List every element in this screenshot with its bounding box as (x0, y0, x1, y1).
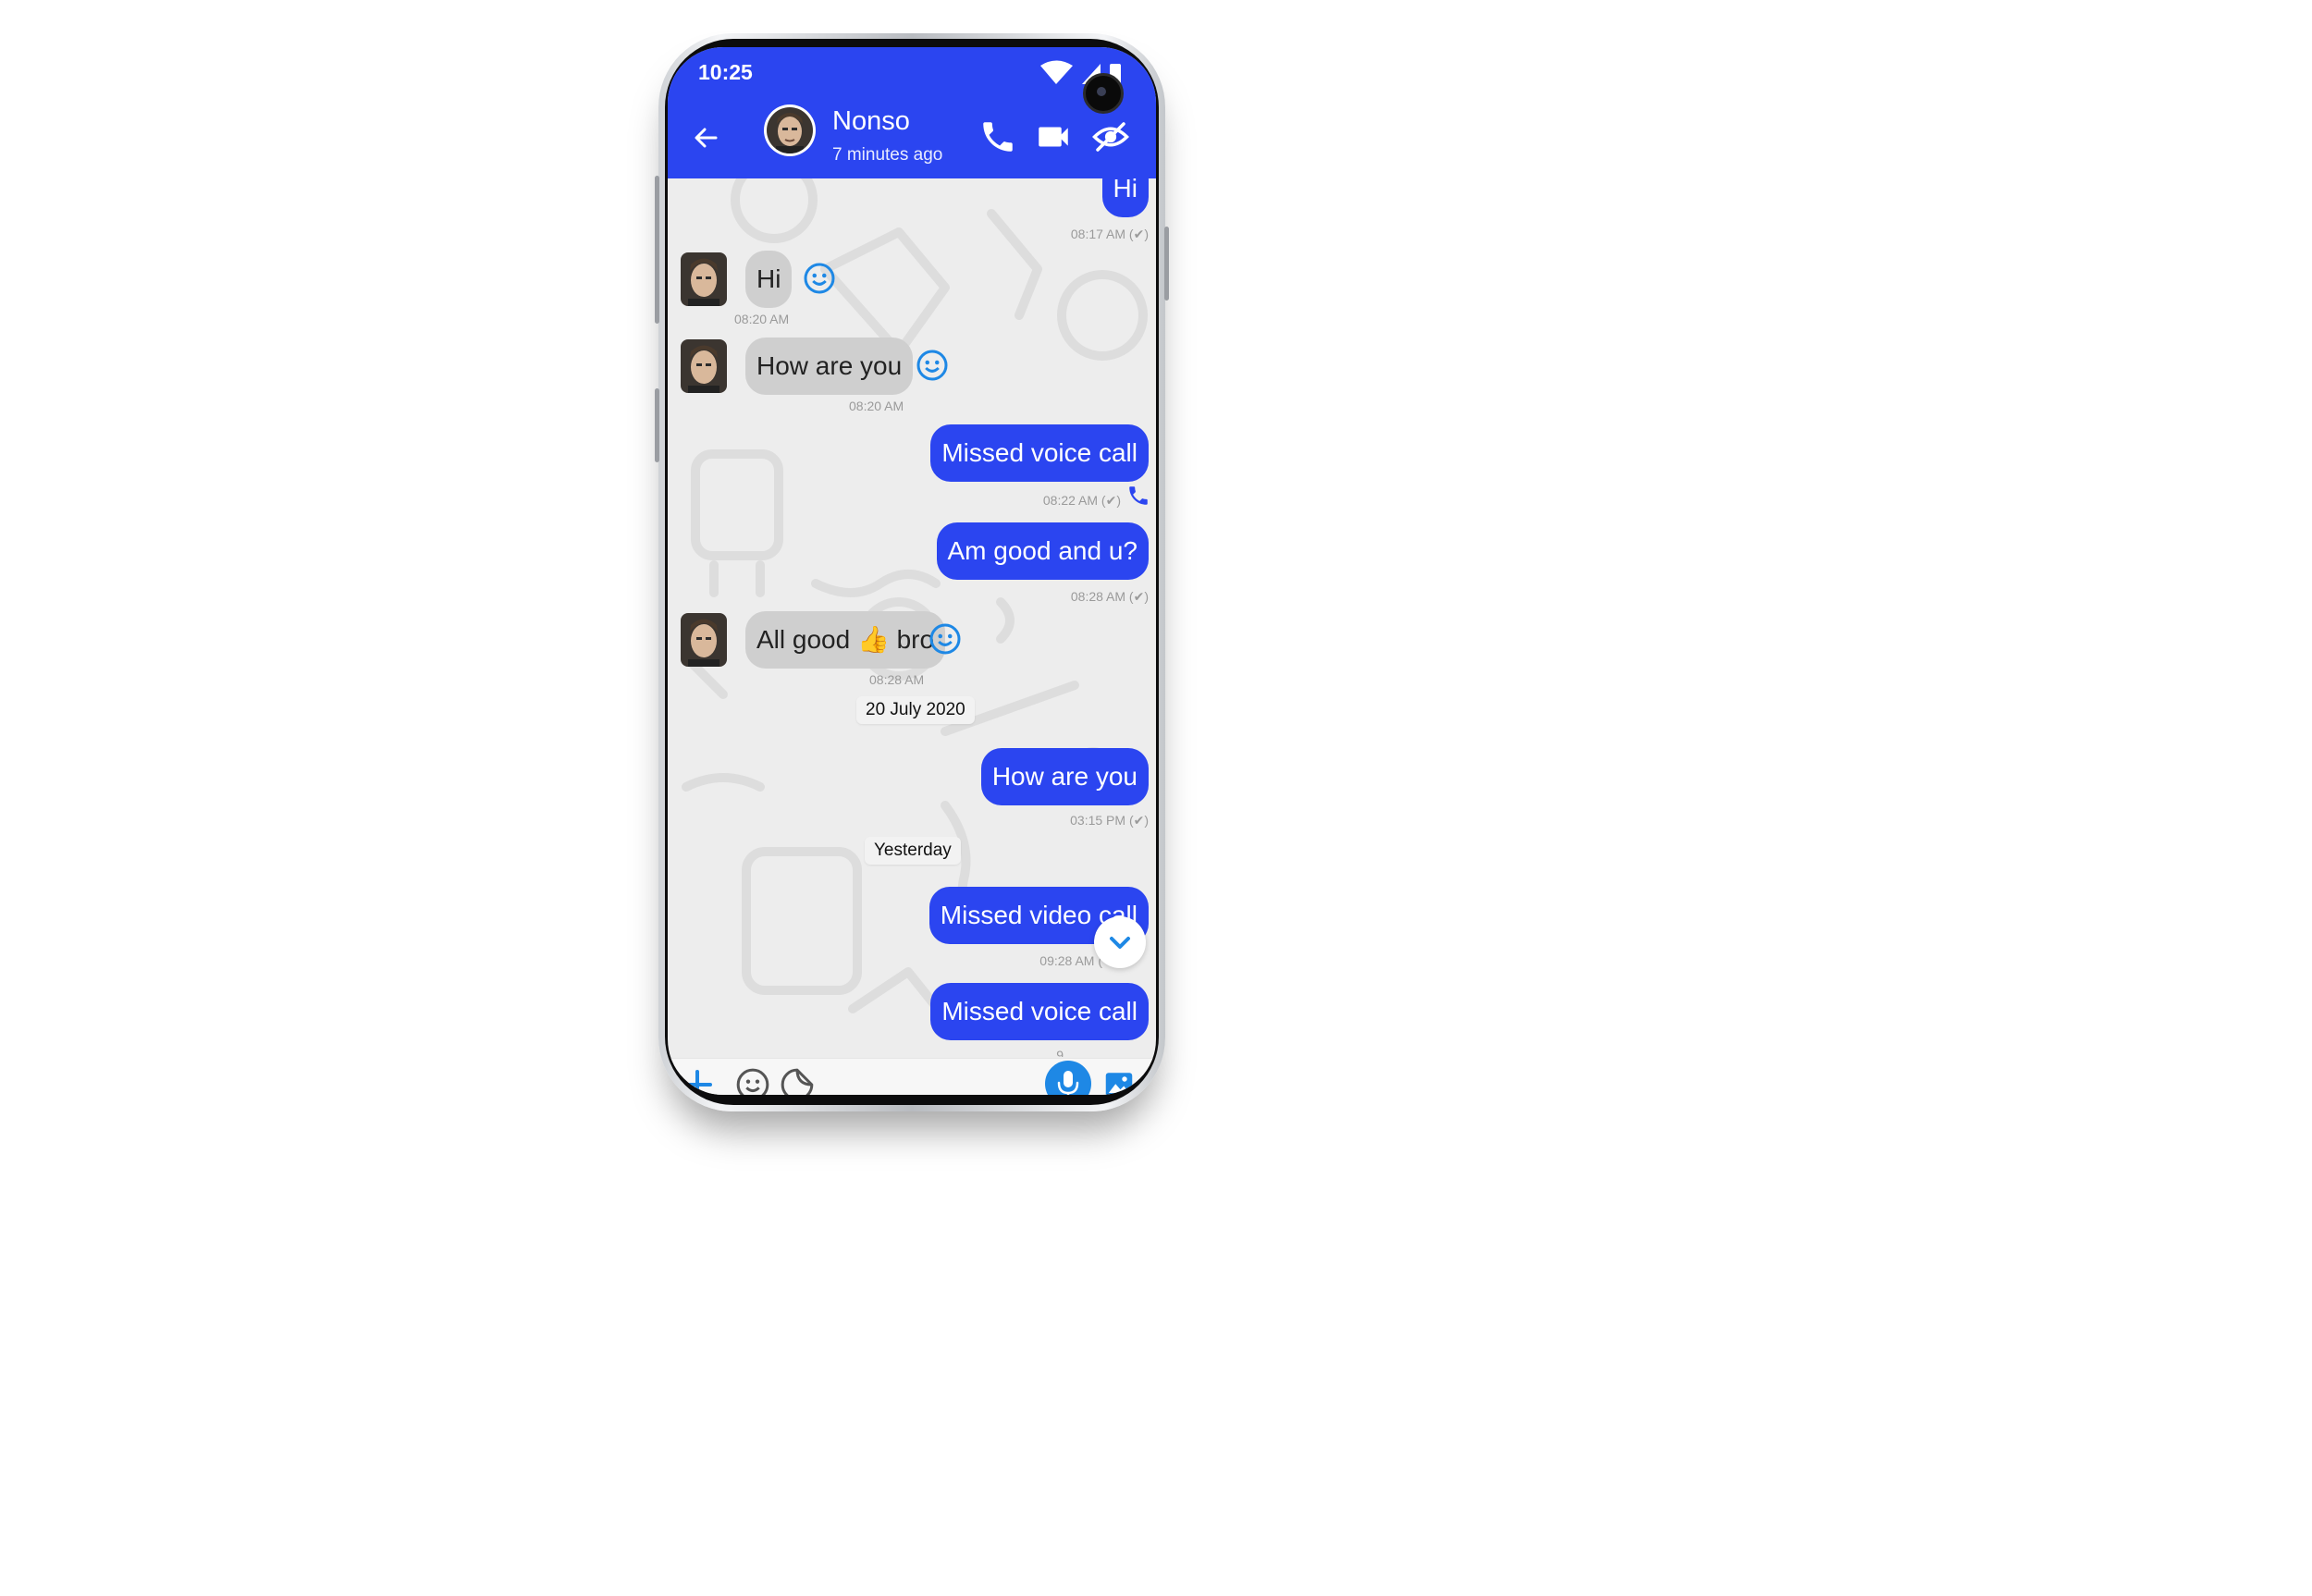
message-time: 08:22 AM (✔) (1042, 493, 1121, 508)
sender-avatar[interactable] (681, 252, 727, 306)
chevron-down-icon (1110, 937, 1130, 949)
message-time: 08:28 AM (✔) (1070, 589, 1149, 604)
avatar-photo (767, 107, 813, 153)
message-bubble-outgoing[interactable]: Am good and u? (936, 522, 1149, 580)
front-camera (1083, 73, 1124, 114)
date-separator: 20 July 2020 (856, 696, 975, 724)
date-separator: Yesterday (865, 837, 961, 865)
message-bubble-incoming[interactable]: How are you (745, 338, 914, 395)
message-bubble-outgoing[interactable]: How are you (980, 748, 1149, 805)
message-bubble-incoming[interactable]: All good 👍 bro (745, 611, 946, 669)
scroll-to-bottom-button[interactable] (1094, 916, 1146, 968)
emoji-icon[interactable] (734, 1066, 771, 1095)
add-reaction-icon[interactable] (803, 262, 836, 295)
message-bubble-outgoing[interactable]: Missed voice call (930, 424, 1149, 482)
add-reaction-icon[interactable] (928, 622, 962, 656)
phone-screen: 10:25 Nonso 7 minutes ago Hi 08:17 AM (✔… (668, 47, 1156, 1095)
image-icon[interactable] (1102, 1068, 1136, 1095)
message-composer[interactable] (668, 1058, 1156, 1095)
sender-avatar[interactable] (681, 339, 727, 393)
missed-call-phone-icon (1129, 486, 1148, 505)
chat-header: 10:25 Nonso 7 minutes ago (668, 47, 1156, 178)
add-reaction-icon[interactable] (916, 349, 949, 382)
plus-icon[interactable] (679, 1066, 716, 1095)
message-bubble-outgoing[interactable]: Missed voice call (930, 983, 1149, 1040)
message-time: 9 (1056, 1048, 1064, 1057)
wifi-icon (1040, 60, 1073, 84)
message-time: 08:20 AM (734, 312, 790, 326)
bixby-button (655, 388, 659, 462)
back-arrow-icon[interactable] (688, 119, 725, 156)
last-seen-status: 7 minutes ago (832, 145, 943, 165)
message-bubble-incoming[interactable]: Hi (745, 251, 793, 308)
message-time: 08:17 AM (✔) (1070, 227, 1149, 241)
contact-name[interactable]: Nonso (832, 106, 910, 137)
power-button (1164, 227, 1169, 301)
message-time: 09:28 AM ( (1039, 953, 1102, 968)
volume-button (655, 176, 659, 324)
sticker-icon[interactable] (779, 1066, 816, 1095)
voice-record-button[interactable] (1045, 1061, 1091, 1095)
status-time: 10:25 (698, 60, 753, 84)
message-time: 08:20 AM (849, 399, 904, 413)
avatar[interactable] (764, 104, 816, 156)
sender-avatar[interactable] (681, 613, 727, 667)
message-time: 08:28 AM (869, 672, 925, 687)
message-bubble-outgoing[interactable]: Hi (1101, 178, 1149, 217)
message-list[interactable]: Hi 08:17 AM (✔) Hi 08:20 AM How are you … (668, 178, 1156, 1057)
phone-icon[interactable] (978, 117, 1017, 156)
mic-icon (1057, 1071, 1079, 1095)
message-time: 03:15 PM (✔) (1070, 813, 1149, 828)
video-camera-icon[interactable] (1034, 117, 1073, 156)
eye-off-icon[interactable] (1091, 117, 1130, 156)
